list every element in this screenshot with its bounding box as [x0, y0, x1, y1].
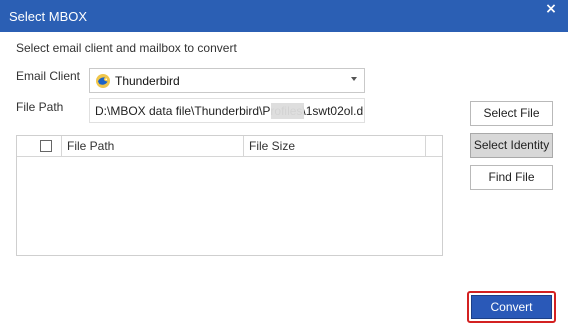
thunderbird-icon: [96, 74, 110, 88]
redacted-path-segment: [271, 103, 304, 119]
file-path-value: D:\MBOX data file\Thunderbird\Profiles\1…: [95, 104, 364, 118]
email-client-value: Thunderbird: [115, 74, 180, 88]
file-path-label: File Path: [16, 100, 64, 114]
column-filler: [425, 136, 444, 157]
column-file-size[interactable]: File Size: [243, 136, 425, 157]
email-client-select[interactable]: Thunderbird: [89, 68, 365, 93]
select-file-button[interactable]: Select File: [470, 101, 553, 126]
email-client-label: Email Client: [16, 69, 81, 83]
find-file-button[interactable]: Find File: [470, 165, 553, 190]
convert-button[interactable]: Convert: [471, 295, 552, 319]
column-file-path[interactable]: File Path: [61, 136, 246, 157]
select-identity-button[interactable]: Select Identity: [470, 133, 553, 158]
window-title: Select MBOX: [9, 9, 88, 24]
table-header: File Path File Size: [17, 136, 442, 157]
instruction-text: Select email client and mailbox to conve…: [16, 41, 237, 55]
select-all-checkbox[interactable]: [40, 140, 52, 152]
chevron-down-icon[interactable]: [351, 77, 357, 81]
close-icon[interactable]: ×: [544, 2, 558, 16]
file-path-field[interactable]: D:\MBOX data file\Thunderbird\Profiles\1…: [89, 98, 365, 123]
files-table: File Path File Size: [16, 135, 443, 256]
window-titlebar: Select MBOX ×: [0, 0, 568, 32]
convert-highlight: Convert: [467, 291, 556, 323]
